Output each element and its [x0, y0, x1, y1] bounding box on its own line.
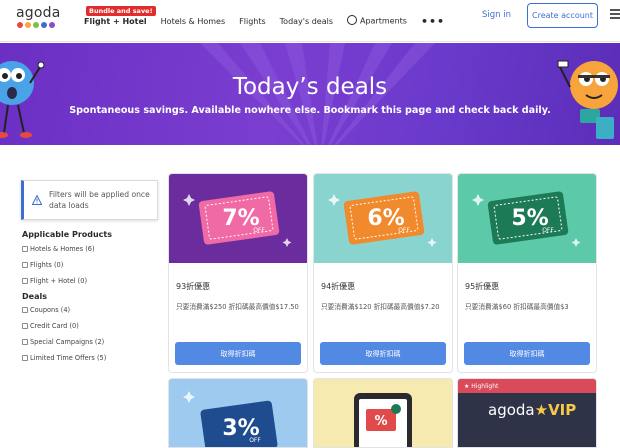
card-description: 只要消費滿$60 折扣碼最高價值$3	[465, 303, 569, 311]
vip-brand: agoda★VIP	[488, 401, 576, 419]
hamburger-menu-icon[interactable]	[610, 9, 620, 19]
deals-banner: Today’s deals Spontaneous savings. Avail…	[0, 43, 620, 145]
card-title: 95折優惠	[465, 282, 500, 291]
logo-dot	[41, 22, 47, 28]
nav-hotels-homes[interactable]: Hotels & Homes	[161, 17, 225, 26]
coupon-image: 5% OFF	[458, 174, 596, 263]
card-off: OFF	[542, 227, 554, 234]
phone-coupon-icon: %	[354, 393, 412, 447]
ticket-icon: 3% OFF	[183, 391, 278, 447]
get-promo-code-button[interactable]: 取得折扣碼	[175, 342, 301, 365]
main-nav: Bundle and save! Flight + Hotel Hotels &…	[84, 0, 459, 42]
nav-flight-hotel-label: Flight + Hotel	[84, 16, 147, 26]
agoda-logo[interactable]: agoda	[16, 5, 60, 33]
filter-flights[interactable]: Flights (0)	[22, 261, 63, 269]
filter-label: Coupons (4)	[30, 306, 71, 314]
filter-hotels-homes[interactable]: Hotels & Homes (6)	[22, 245, 95, 253]
deal-card-phone-coupon[interactable]: %	[313, 378, 453, 448]
card-description: 只要消費滿$120 折扣碼最高價值$7.20	[321, 303, 440, 311]
nav-flights[interactable]: Flights	[239, 17, 266, 26]
deal-card-6-percent[interactable]: 6% OFF 94折優惠 只要消費滿$120 折扣碼最高價值$7.20 取得折扣…	[313, 173, 453, 373]
logo-dot	[17, 22, 23, 28]
coupon-image: 7% OFF	[169, 174, 307, 263]
nav-apartments[interactable]: Apartments	[346, 15, 407, 26]
filter-special-campaigns[interactable]: Special Campaigns (2)	[22, 338, 104, 346]
filter-label: Limited Time Offers (5)	[30, 354, 107, 362]
checkbox[interactable]	[22, 323, 28, 329]
highlight-tag: ★ Highlight	[464, 383, 499, 390]
nav-todays-deals[interactable]: Today's deals	[280, 17, 333, 26]
checkbox[interactable]	[22, 339, 28, 345]
ticket-icon: 5% OFF	[472, 191, 581, 247]
logo-dot	[49, 22, 55, 28]
filters-notice: Filters will be applied once data loads	[21, 180, 158, 220]
deal-card-vip[interactable]: ★ Highlight agoda★VIP	[457, 378, 597, 448]
logo-dot	[33, 22, 39, 28]
filter-flight-hotel[interactable]: Flight + Hotel (0)	[22, 277, 87, 285]
logo-dots	[17, 22, 60, 28]
deals-heading: Deals	[22, 292, 47, 301]
star-icon: ★	[534, 401, 549, 419]
filter-credit-card[interactable]: Credit Card (0)	[22, 322, 79, 330]
more-menu-icon[interactable]: •••	[421, 15, 445, 28]
deal-card-7-percent[interactable]: 7% OFF 93折優惠 只要消費滿$250 折扣碼最高價值$17.50 取得折…	[168, 173, 308, 373]
get-promo-code-button[interactable]: 取得折扣碼	[464, 342, 590, 365]
filter-label: Credit Card (0)	[30, 322, 79, 330]
filter-label: Flight + Hotel (0)	[30, 277, 88, 285]
create-account-button[interactable]: Create account	[527, 3, 598, 28]
deal-card-3-percent[interactable]: 3% OFF	[168, 378, 308, 448]
card-off: OFF	[398, 227, 410, 234]
top-header: agoda Bundle and save! Flight + Hotel Ho…	[0, 0, 620, 42]
warning-icon	[32, 195, 42, 205]
filter-limited-time-offers[interactable]: Limited Time Offers (5)	[22, 354, 106, 362]
filter-label: Flights (0)	[30, 261, 64, 269]
filter-coupons[interactable]: Coupons (4)	[22, 306, 70, 314]
logo-dot	[25, 22, 31, 28]
deal-card-5-percent[interactable]: 5% OFF 95折優惠 只要消費滿$60 折扣碼最高價值$3 取得折扣碼	[457, 173, 597, 373]
applicable-products-heading: Applicable Products	[22, 230, 113, 239]
filter-label: Hotels & Homes (6)	[30, 245, 95, 253]
card-off: OFF	[253, 227, 265, 234]
filter-label: Special Campaigns (2)	[30, 338, 105, 346]
card-title: 93折優惠	[176, 282, 211, 291]
checkbox[interactable]	[22, 278, 28, 284]
ticket-icon: 7% OFF	[183, 191, 292, 247]
banner-subtitle: Spontaneous savings. Available nowhere e…	[69, 105, 551, 116]
bundle-badge: Bundle and save!	[86, 5, 156, 16]
apartment-icon	[346, 15, 357, 25]
checkbox[interactable]	[22, 262, 28, 268]
sign-in-link[interactable]: Sign in	[482, 10, 511, 20]
checkbox[interactable]	[22, 246, 28, 252]
vip-brand-text: agoda	[488, 401, 535, 419]
filters-notice-text: Filters will be applied once data loads	[49, 190, 150, 210]
checkbox[interactable]	[22, 355, 28, 361]
banner-title: Today’s deals	[232, 74, 388, 100]
ticket-icon: 6% OFF	[328, 191, 437, 247]
card-title: 94折優惠	[321, 282, 356, 291]
get-promo-code-button[interactable]: 取得折扣碼	[320, 342, 446, 365]
orange-mascot-illustration	[557, 60, 618, 139]
coupon-image: 6% OFF	[314, 174, 452, 263]
highlight-label: Highlight	[471, 383, 499, 390]
checkbox[interactable]	[22, 307, 28, 313]
logo-text: agoda	[16, 5, 61, 21]
card-description: 只要消費滿$250 折扣碼最高價值$17.50	[176, 303, 299, 311]
nav-flight-hotel[interactable]: Bundle and save! Flight + Hotel	[84, 5, 156, 26]
card-percent: %	[374, 414, 387, 429]
nav-apartments-label: Apartments	[359, 16, 407, 26]
vip-text: VIP	[548, 401, 577, 419]
